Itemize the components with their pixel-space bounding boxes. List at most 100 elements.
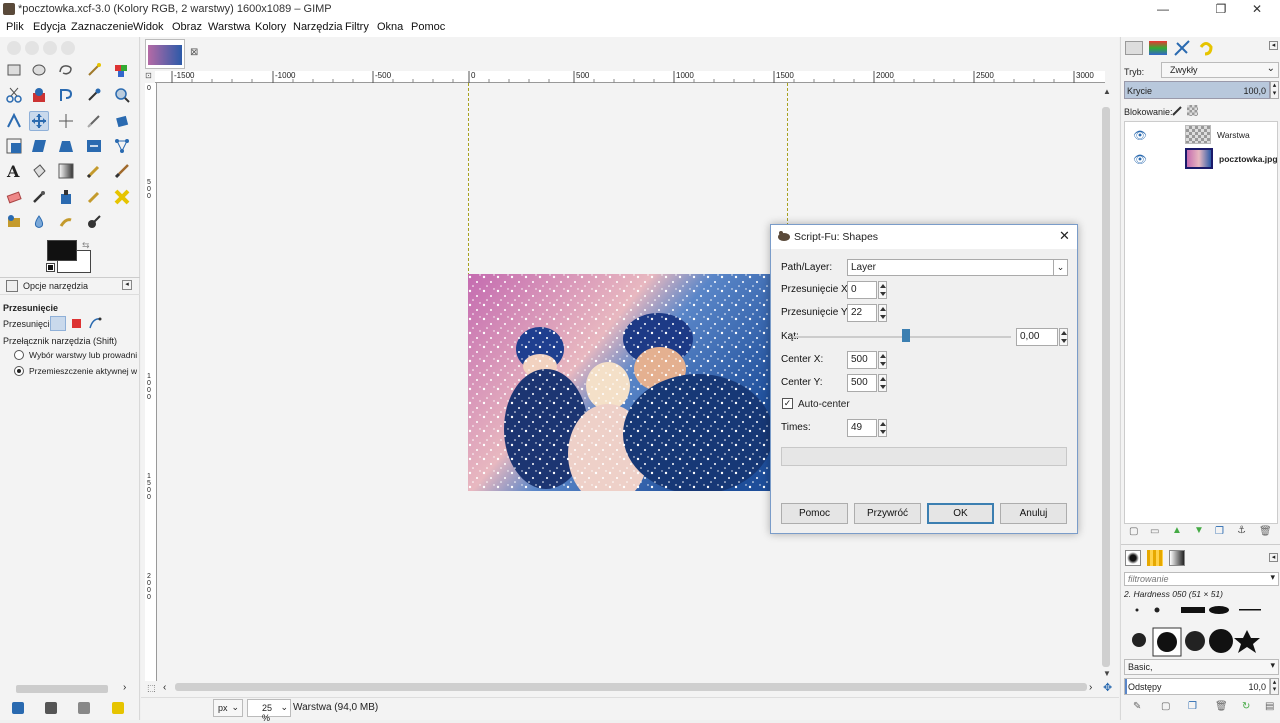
scroll-right-icon[interactable]: › <box>123 682 126 693</box>
new-brush-icon[interactable]: ▢ <box>1161 701 1170 712</box>
duplicate-brush-icon[interactable]: ❐ <box>1188 701 1197 712</box>
ok-button[interactable]: OK <box>927 503 994 524</box>
brush-grid[interactable] <box>1125 602 1277 662</box>
lower-layer-icon[interactable]: ▼ <box>1194 525 1204 536</box>
angle-input[interactable]: 0,00 <box>1016 328 1058 346</box>
undo-history-tab-icon[interactable] <box>1197 39 1215 57</box>
scissors-icon[interactable] <box>4 85 24 105</box>
vscroll-up-icon[interactable]: ▲ <box>1103 87 1111 96</box>
horizontal-scrollbar[interactable] <box>163 682 1093 692</box>
path-layer-select[interactable]: Layer ⌄ <box>847 259 1068 276</box>
zoom-select[interactable]: 25 % ⌄ <box>247 699 291 723</box>
tool-options-tab-icon[interactable] <box>6 280 18 292</box>
ink-icon[interactable] <box>56 187 76 207</box>
spacing-spin[interactable]: ▴ ▾ <box>1270 678 1279 695</box>
brushes-tab-icon[interactable] <box>1125 550 1141 566</box>
menu-okna[interactable]: Okna <box>377 21 403 33</box>
edit-brush-icon[interactable]: ✎ <box>1133 701 1141 712</box>
bucket-fill-icon[interactable] <box>29 161 49 181</box>
eye-icon[interactable]: 👁 <box>1133 129 1147 142</box>
offset-x-spin[interactable] <box>878 281 887 299</box>
paintbrush-icon[interactable] <box>112 161 132 181</box>
airbrush-icon[interactable] <box>29 187 49 207</box>
text-tool-icon[interactable]: A <box>4 161 24 181</box>
rect-select-icon[interactable] <box>4 60 24 80</box>
navigate-icon[interactable]: ✥ <box>1103 681 1112 694</box>
mode-select[interactable]: Zwykły ⌄ <box>1161 62 1279 78</box>
refresh-brushes-icon[interactable]: ↻ <box>1242 701 1250 712</box>
reset-colors-icon[interactable] <box>46 263 55 272</box>
eraser-icon[interactable] <box>4 187 24 207</box>
shear-icon[interactable] <box>29 136 49 156</box>
smudge-icon[interactable] <box>56 212 76 232</box>
layers-tab-icon[interactable] <box>1125 41 1143 55</box>
ellipse-select-icon[interactable] <box>29 60 49 80</box>
patterns-tab-icon[interactable] <box>1147 550 1163 566</box>
menu-filtry[interactable]: Filtry <box>345 21 369 33</box>
minimize-button[interactable]: — <box>1140 0 1186 18</box>
menu-narzedzia[interactable]: Narzędzia <box>293 21 343 33</box>
heal-icon[interactable] <box>112 187 132 207</box>
perspective-icon[interactable] <box>56 136 76 156</box>
color-picker-icon[interactable] <box>84 85 104 105</box>
close-tab-icon[interactable]: ⊠ <box>190 47 198 58</box>
vertical-scrollbar[interactable] <box>1102 107 1110 667</box>
raise-layer-icon[interactable]: ▲ <box>1172 525 1182 536</box>
opacity-spin[interactable]: ▴ ▾ <box>1270 81 1279 99</box>
brush-tag-icon[interactable]: ▤ <box>1265 701 1274 712</box>
delete-options-icon[interactable] <box>78 702 90 714</box>
vscroll-down-icon[interactable]: ▼ <box>1103 669 1111 678</box>
layer-row[interactable]: 👁 pocztowka.jpg <box>1125 148 1278 170</box>
channels-tab-icon[interactable] <box>1149 41 1167 55</box>
times-input[interactable]: 49 <box>847 419 877 437</box>
toolbox-scrollbar[interactable] <box>16 685 108 693</box>
menu-widok[interactable]: Widok <box>133 21 164 33</box>
unit-select[interactable]: px ⌄ <box>213 699 243 717</box>
save-options-icon[interactable] <box>12 702 24 714</box>
perspective-clone-icon[interactable] <box>4 212 24 232</box>
reset-button[interactable]: Przywróć <box>854 503 921 524</box>
foreground-color-swatch[interactable] <box>47 240 77 261</box>
center-y-spin[interactable] <box>878 374 887 392</box>
anchor-layer-icon[interactable]: ⚓ <box>1237 525 1246 536</box>
image-tab-thumbnail[interactable] <box>145 39 185 69</box>
menu-zaznaczenie[interactable]: Zaznaczenie <box>71 21 133 33</box>
offset-y-spin[interactable] <box>878 304 887 322</box>
configure-tab-icon[interactable]: ◂ <box>1269 41 1278 50</box>
lock-pixels-icon[interactable] <box>1171 105 1183 117</box>
radio-pick-layer[interactable] <box>14 350 24 360</box>
menu-warstwa[interactable]: Warstwa <box>208 21 250 33</box>
paths-tab-icon[interactable] <box>1173 39 1191 57</box>
offset-x-input[interactable]: 0 <box>847 281 877 299</box>
new-layer-icon[interactable]: ▢ <box>1129 526 1138 537</box>
lasso-icon[interactable] <box>56 60 76 80</box>
restore-options-icon[interactable] <box>45 702 57 714</box>
dialog-close-button[interactable]: ✕ <box>1059 228 1070 244</box>
configure-tab-icon[interactable]: ◂ <box>122 280 132 290</box>
angle-slider-thumb[interactable] <box>902 329 911 342</box>
dodge-burn-icon[interactable] <box>84 212 104 232</box>
paths-icon[interactable] <box>56 85 76 105</box>
foreground-select-icon[interactable] <box>29 85 49 105</box>
swap-colors-icon[interactable]: ⇆ <box>82 240 90 251</box>
autocenter-checkbox[interactable]: ✓ <box>782 398 793 409</box>
layer-name[interactable]: Warstwa <box>1217 130 1250 140</box>
delete-layer-icon[interactable]: 🗑 <box>1259 526 1272 537</box>
help-button[interactable]: Pomoc <box>781 503 848 524</box>
crop-icon[interactable] <box>84 111 104 131</box>
angle-spin[interactable] <box>1059 328 1068 346</box>
layer-name[interactable]: pocztowka.jpg <box>1219 154 1278 164</box>
center-y-input[interactable]: 500 <box>847 374 877 392</box>
menu-kolory[interactable]: Kolory <box>255 21 286 33</box>
measure-icon[interactable] <box>4 111 24 131</box>
reset-options-icon[interactable] <box>112 702 124 714</box>
new-group-icon[interactable]: ▭ <box>1150 526 1159 537</box>
radio-move-active[interactable] <box>14 366 24 376</box>
hscroll-right-icon[interactable]: › <box>1089 682 1092 693</box>
pencil-icon[interactable] <box>84 161 104 181</box>
gradients-tab-icon[interactable] <box>1169 550 1185 566</box>
move-path-mode-icon[interactable] <box>88 316 102 330</box>
menu-pomoc[interactable]: Pomoc <box>411 21 445 33</box>
lock-alpha-icon[interactable] <box>1187 105 1198 116</box>
eye-icon[interactable]: 👁 <box>1133 153 1147 166</box>
